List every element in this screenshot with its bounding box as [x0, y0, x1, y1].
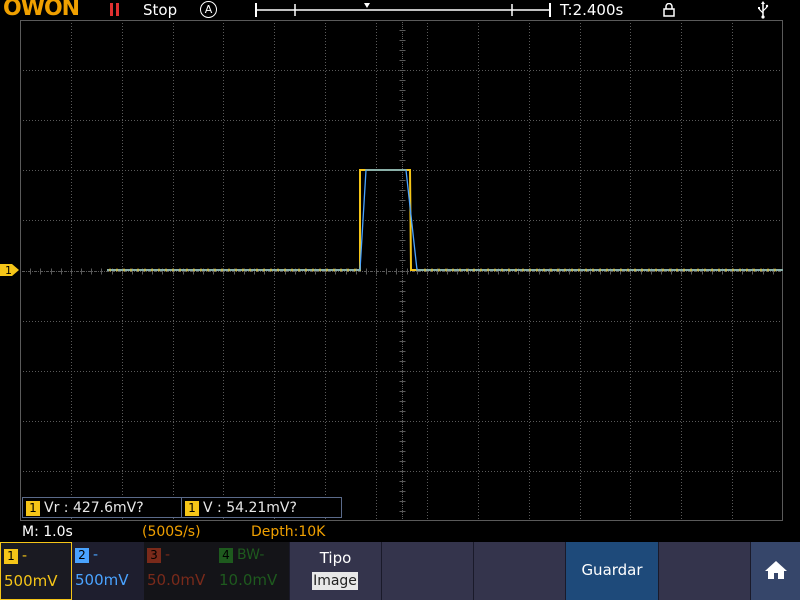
- run-status: Stop: [143, 1, 178, 19]
- brand-logo: OWON: [3, 0, 80, 21]
- bottom-menu: 1 - 500mV 2 - 500mV 3 - 50.0mV 4 BW- 10.…: [0, 542, 800, 600]
- channel-3-badge: 3: [147, 548, 161, 563]
- channel-4-coupling: BW-: [237, 547, 265, 563]
- auto-trigger-icon: A: [200, 1, 217, 18]
- measurement-text: V : 54.21mV?: [203, 500, 297, 516]
- timebase-label: M: 1.0s: [22, 524, 73, 540]
- home-button[interactable]: [750, 542, 800, 600]
- status-bar: OWON Stop A T:2.400s: [0, 0, 800, 21]
- save-button[interactable]: Guardar: [565, 542, 658, 600]
- channel-2-button[interactable]: 2 - 500mV: [72, 542, 144, 600]
- channel-4-scale: 10.0mV: [219, 571, 278, 589]
- pause-icon[interactable]: [109, 3, 121, 17]
- channel-1-badge: 1: [4, 549, 18, 564]
- channel-1-coupling: -: [22, 548, 28, 564]
- home-icon: [765, 561, 787, 579]
- channel-1-button[interactable]: 1 - 500mV: [0, 542, 72, 600]
- usb-icon: [758, 1, 769, 19]
- channel-1-scale: 500mV: [4, 572, 58, 590]
- menu-slot-empty-2[interactable]: [473, 542, 565, 600]
- channel-4-badge: 4: [219, 548, 233, 563]
- channel-3-scale: 50.0mV: [147, 571, 206, 589]
- type-value: Image: [312, 572, 358, 590]
- channel-2-coupling: -: [93, 547, 99, 563]
- graticule: [20, 20, 783, 521]
- waveform-display[interactable]: [20, 20, 783, 521]
- measurement-channel-badge: 1: [185, 501, 199, 516]
- svg-text:1: 1: [5, 264, 12, 277]
- measurement-vr: 1 Vr : 427.6mV?: [22, 497, 182, 518]
- memory-position-bar: [255, 3, 551, 17]
- menu-slot-empty-3[interactable]: [658, 542, 750, 600]
- channel-2-badge: 2: [75, 548, 89, 563]
- channel-3-button[interactable]: 3 - 50.0mV: [144, 542, 216, 600]
- channel-3-coupling: -: [165, 547, 171, 563]
- sample-rate-label: (500S/s): [142, 524, 201, 540]
- menu-slot-empty-1[interactable]: [381, 542, 473, 600]
- save-label: Guardar: [581, 561, 643, 579]
- lock-icon: [663, 3, 675, 17]
- measurement-v: 1 V : 54.21mV?: [181, 497, 342, 518]
- channel-2-scale: 500mV: [75, 571, 129, 589]
- trigger-time: T:2.400s: [560, 1, 624, 19]
- measurement-channel-badge: 1: [26, 501, 40, 516]
- type-menu-button[interactable]: Tipo Image: [289, 542, 381, 600]
- measurement-text: Vr : 427.6mV?: [44, 500, 144, 516]
- ch1-level-marker[interactable]: 1: [0, 262, 20, 278]
- memory-depth-label: Depth:10K: [251, 524, 326, 540]
- channel-4-button[interactable]: 4 BW- 10.0mV: [216, 542, 289, 600]
- type-title: Tipo: [319, 549, 352, 567]
